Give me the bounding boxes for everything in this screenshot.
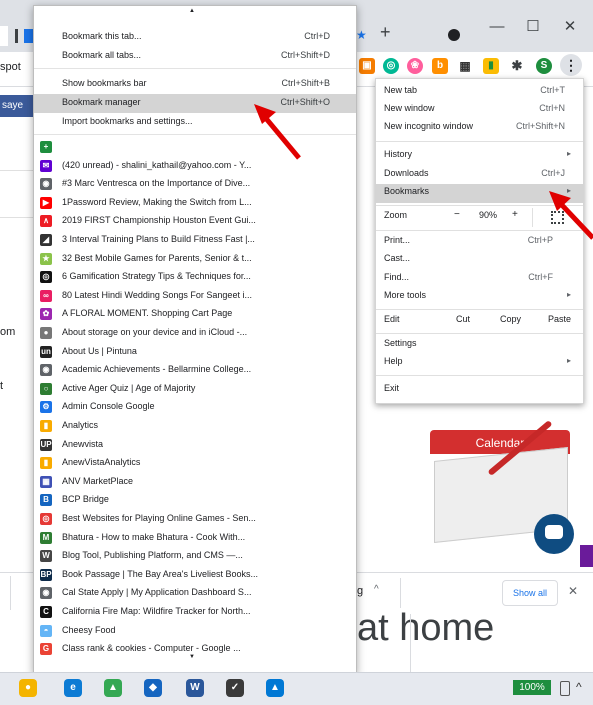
google-drive-icon[interactable]: ▲	[104, 679, 122, 697]
battery-icon[interactable]	[560, 681, 570, 696]
chrome-canary-icon[interactable]: ●	[19, 679, 37, 697]
todo-icon[interactable]: ✓	[226, 679, 244, 697]
annotation-arrows	[254, 104, 593, 240]
word-icon[interactable]: W	[186, 679, 204, 697]
arrow-shaft	[262, 114, 301, 160]
windows-taskbar: ● e ▲ ◆ W ✓ ▲ 100% ^	[0, 672, 593, 705]
photos-icon[interactable]: ▲	[266, 679, 284, 697]
arrow-shaft	[558, 201, 593, 240]
edge-icon[interactable]: e	[64, 679, 82, 697]
red-arrow-bookmark-manager	[254, 104, 301, 160]
arrow-head	[254, 104, 276, 124]
red-arrow-bookmarks-item	[549, 191, 593, 240]
battery-indicator[interactable]: 100%	[513, 680, 551, 695]
tray-chevron-icon[interactable]: ^	[576, 680, 582, 694]
security-shield-icon[interactable]: ◆	[144, 679, 162, 697]
